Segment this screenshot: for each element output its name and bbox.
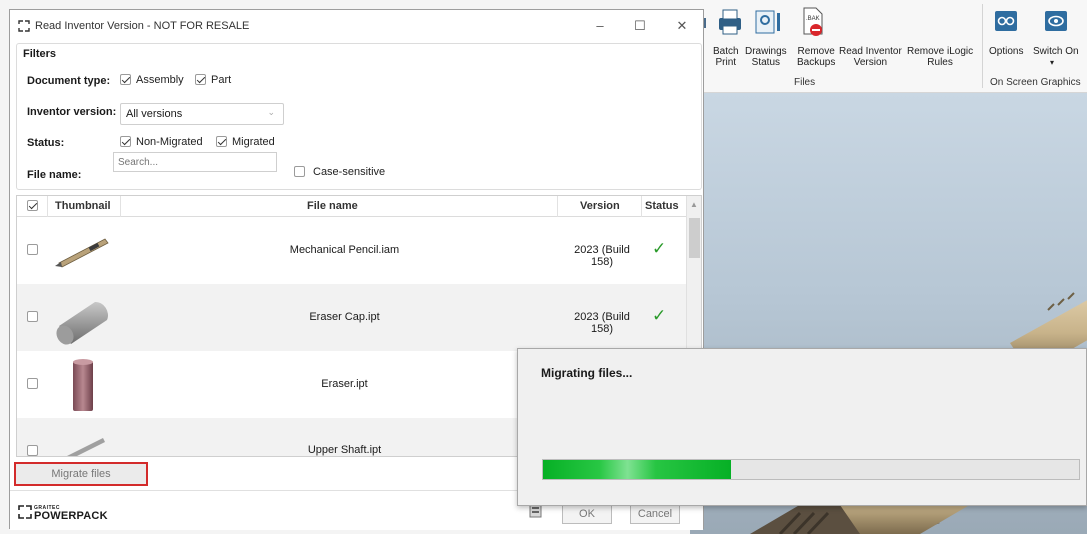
row-file-name: Eraser.ipt: [321, 378, 368, 390]
table-row[interactable]: Eraser Cap.ipt 2023 (Build 158) ✓: [17, 284, 687, 351]
assembly-checkbox[interactable]: [120, 74, 131, 85]
help-icon[interactable]: [529, 504, 542, 518]
close-button[interactable]: ✕: [672, 16, 692, 36]
row-checkbox[interactable]: [27, 244, 38, 255]
row-version: 2023 (Build 158): [574, 311, 630, 335]
non-migrated-checkbox[interactable]: [120, 136, 131, 147]
ok-button[interactable]: OK: [562, 504, 612, 524]
non-migrated-checkbox-label: Non-Migrated: [136, 136, 203, 148]
inventor-version-select[interactable]: All versions ⌄: [120, 103, 284, 125]
inventor-ribbon: n t Batch Print Drawings Status .BAK Rem…: [690, 0, 1087, 93]
part-checkbox-label: Part: [211, 74, 232, 86]
graitec-logo-icon: [18, 505, 32, 519]
scroll-up-icon[interactable]: ▲: [690, 200, 698, 209]
remove-backups-label: Remove Backups: [797, 46, 836, 68]
cancel-button[interactable]: Cancel: [630, 504, 680, 524]
progress-message: Migrating files...: [541, 366, 633, 380]
document-type-label: Document type:: [27, 75, 111, 87]
eraser-thumbnail: [73, 359, 93, 411]
migrate-files-button[interactable]: Migrate files: [14, 462, 148, 486]
migrating-progress-dialog: Migrating files...: [517, 348, 1087, 506]
migrated-checkbox-label: Migrated: [232, 136, 275, 148]
scrollbar-thumb[interactable]: [689, 218, 700, 258]
column-status[interactable]: Status: [645, 200, 679, 212]
row-version: 2023 (Build 158): [574, 244, 630, 268]
pencil-thumbnail: [55, 238, 109, 268]
options-icon: [995, 11, 1017, 31]
progress-bar: [542, 459, 1080, 480]
search-input[interactable]: [113, 152, 277, 172]
read-inventor-version-label: Read Inventor Version: [839, 46, 902, 68]
remove-ilogic-rules-label: Remove iLogic Rules: [907, 46, 974, 68]
checkmark-icon: ✓: [652, 239, 667, 258]
switch-on-dropdown-icon[interactable]: ▾: [1050, 57, 1054, 68]
progress-bar-fill: [543, 460, 731, 479]
eraser-cap-thumbnail: [56, 301, 109, 345]
drawings-status-icon: [755, 10, 780, 34]
ribbon-separator: [982, 4, 983, 88]
select-all-checkbox[interactable]: [27, 200, 38, 211]
switch-on-icon: [1045, 11, 1067, 31]
checkmark-icon: ✓: [652, 306, 667, 325]
table-row[interactable]: Mechanical Pencil.iam 2023 (Build 158) ✓: [17, 217, 687, 284]
migrated-checkbox[interactable]: [216, 136, 227, 147]
row-checkbox[interactable]: [27, 445, 38, 456]
graitec-app-icon: [18, 20, 30, 32]
logo-big-text: POWERPACK: [34, 510, 108, 522]
table-header: Thumbnail File name Version Status: [17, 196, 687, 217]
svg-text:.BAK: .BAK: [806, 16, 820, 22]
dialog-titlebar[interactable]: Read Inventor Version - NOT FOR RESALE –…: [10, 10, 703, 41]
options-label: Options: [989, 46, 1024, 57]
column-file-name[interactable]: File name: [307, 200, 358, 212]
batch-print-icon: [719, 9, 741, 35]
case-sensitive-checkbox[interactable]: [294, 166, 305, 177]
filters-legend: Filters: [21, 48, 59, 60]
remove-backups-icon: .BAK: [803, 7, 823, 36]
case-sensitive-label: Case-sensitive: [313, 166, 386, 178]
ribbon-group-files: Files: [794, 77, 816, 88]
file-name-label: File name:: [27, 169, 82, 181]
inventor-version-label: Inventor version:: [27, 106, 117, 118]
switch-on-label: Switch On: [1033, 46, 1079, 57]
batch-print-label: Batch Print: [713, 46, 739, 68]
status-label: Status:: [27, 137, 65, 149]
row-file-name: Upper Shaft.ipt: [307, 444, 382, 456]
row-checkbox[interactable]: [27, 311, 38, 322]
upper-shaft-thumbnail: [67, 438, 105, 456]
part-checkbox[interactable]: [195, 74, 206, 85]
maximize-button[interactable]: ☐: [630, 16, 650, 36]
row-checkbox[interactable]: [27, 378, 38, 389]
inventor-version-value: All versions: [126, 108, 183, 120]
drawings-status-label: Drawings Status: [745, 46, 787, 68]
column-thumbnail[interactable]: Thumbnail: [55, 200, 111, 212]
minimize-button[interactable]: –: [590, 16, 610, 36]
column-version[interactable]: Version: [580, 200, 620, 212]
ribbon-group-graphics: On Screen Graphics: [990, 77, 1081, 88]
row-file-name: Mechanical Pencil.iam: [289, 244, 400, 256]
dialog-title: Read Inventor Version - NOT FOR RESALE: [35, 20, 250, 32]
row-file-name: Eraser Cap.ipt: [309, 311, 380, 323]
assembly-checkbox-label: Assembly: [136, 74, 184, 86]
chevron-down-icon: ⌄: [267, 107, 275, 117]
